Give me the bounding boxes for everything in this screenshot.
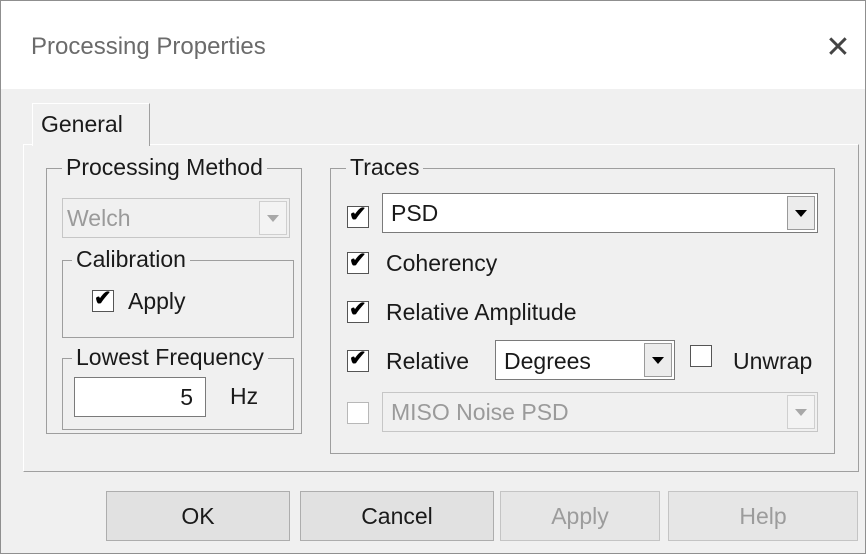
miso-dropdown-button[interactable] — [787, 395, 815, 429]
unwrap-checkbox[interactable] — [690, 345, 712, 367]
apply-button[interactable]: Apply — [500, 491, 660, 541]
close-icon[interactable]: ✕ — [818, 28, 858, 68]
relative-amplitude-checkbox[interactable]: ✔ — [347, 298, 369, 323]
coherency-label: Coherency — [386, 250, 498, 276]
chevron-down-icon — [652, 356, 664, 364]
psd-value: PSD — [391, 200, 439, 226]
lowest-frequency-legend: Lowest Frequency — [72, 346, 268, 369]
lowest-frequency-value: 5 — [180, 384, 193, 410]
dialog-title: Processing Properties — [31, 33, 266, 60]
calibration-legend: Calibration — [72, 248, 190, 271]
check-icon: ✔ — [349, 249, 367, 272]
relative-checkbox[interactable]: ✔ — [347, 347, 369, 372]
relative-unit-select[interactable]: Degrees — [495, 340, 675, 380]
miso-select[interactable]: MISO Noise PSD — [382, 392, 818, 432]
psd-checkbox[interactable]: ✔ — [347, 203, 369, 228]
tab-general[interactable]: General — [32, 103, 150, 146]
cancel-button[interactable]: Cancel — [300, 491, 494, 541]
unwrap-label: Unwrap — [733, 348, 813, 374]
chevron-down-icon — [795, 408, 807, 416]
lowest-frequency-unit: Hz — [230, 383, 259, 409]
relative-unit-value: Degrees — [504, 348, 591, 374]
chevron-down-icon — [267, 214, 279, 222]
processing-method-select[interactable]: Welch — [62, 198, 290, 238]
tab-general-label: General — [41, 111, 123, 137]
calibration-apply-checkbox[interactable]: ✔ — [92, 287, 114, 312]
miso-checkbox[interactable] — [347, 402, 369, 424]
check-icon: ✔ — [94, 287, 112, 310]
psd-select[interactable]: PSD — [382, 193, 818, 233]
chevron-down-icon — [795, 209, 807, 217]
check-icon: ✔ — [349, 203, 367, 226]
processing-method-legend: Processing Method — [62, 156, 267, 179]
lowest-frequency-input[interactable]: 5 — [74, 377, 206, 417]
ok-button[interactable]: OK — [106, 491, 290, 541]
relative-label: Relative — [386, 348, 470, 374]
processing-method-dropdown-button[interactable] — [259, 201, 287, 235]
calibration-apply-label: Apply — [128, 288, 186, 314]
relative-amplitude-label: Relative Amplitude — [386, 299, 577, 325]
check-icon: ✔ — [349, 298, 367, 321]
coherency-checkbox[interactable]: ✔ — [347, 249, 369, 274]
psd-dropdown-button[interactable] — [787, 196, 815, 230]
processing-method-value: Welch — [67, 205, 131, 231]
traces-legend: Traces — [346, 156, 424, 179]
relative-unit-dropdown-button[interactable] — [644, 343, 672, 377]
check-icon: ✔ — [349, 347, 367, 370]
miso-value: MISO Noise PSD — [391, 399, 569, 425]
help-button[interactable]: Help — [668, 491, 858, 541]
